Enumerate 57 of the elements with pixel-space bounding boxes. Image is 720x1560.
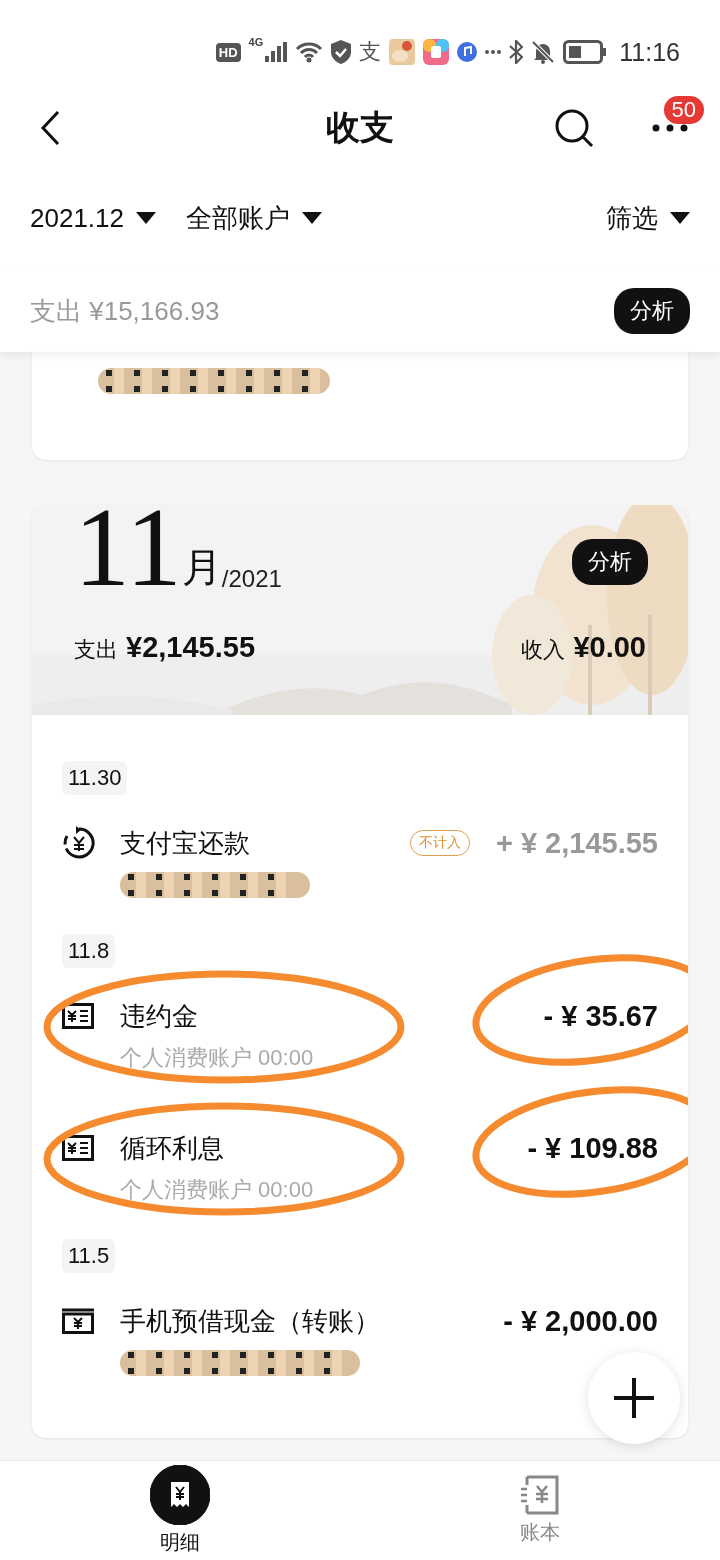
clock-time: 11:16 bbox=[619, 37, 680, 67]
analysis-button[interactable]: 分析 bbox=[614, 288, 690, 334]
transaction-title: 手机预借现金（转账） bbox=[120, 1304, 381, 1338]
income-label: 收入 bbox=[521, 636, 566, 664]
filter-dropdown[interactable]: 全部账户 bbox=[186, 200, 322, 236]
ledger-icon bbox=[521, 1475, 559, 1515]
search-button[interactable] bbox=[554, 108, 594, 148]
filter-dropdown[interactable]: 筛选 bbox=[606, 200, 690, 236]
cash-icon bbox=[62, 1308, 94, 1334]
signal-icon bbox=[265, 42, 288, 62]
caret-icon bbox=[302, 212, 322, 224]
plus-icon bbox=[612, 1376, 656, 1420]
nav-tab[interactable]: 明细 bbox=[110, 1464, 250, 1557]
analysis-button[interactable]: 分析 bbox=[572, 539, 648, 585]
shield-icon bbox=[331, 40, 352, 64]
app-icon bbox=[423, 39, 450, 65]
app-glyph: 支 bbox=[359, 38, 382, 66]
expense-total: 支出 ¥15,166.93 bbox=[30, 294, 220, 328]
more-dots-icon bbox=[485, 49, 502, 55]
nav-tab[interactable]: 账本 bbox=[470, 1474, 610, 1547]
bill-icon bbox=[62, 1135, 94, 1161]
income-amount: ¥0.00 bbox=[573, 631, 646, 664]
bluetooth-icon bbox=[509, 40, 524, 64]
date-label: 11.5 bbox=[62, 1239, 116, 1273]
transaction-title: 循环利息 bbox=[120, 1131, 225, 1165]
wifi-icon bbox=[295, 41, 324, 63]
transaction-amount: - ¥ 109.88 bbox=[527, 1131, 658, 1165]
transaction-title: 支付宝还款 bbox=[120, 826, 251, 860]
expense-amount: ¥2,145.55 bbox=[126, 631, 255, 664]
caret-icon bbox=[136, 212, 156, 224]
date-label: 11.30 bbox=[62, 761, 128, 795]
music-icon bbox=[457, 42, 478, 62]
notification-badge: 50 bbox=[663, 96, 704, 124]
receipt-icon bbox=[150, 1465, 210, 1525]
transaction-title: 违约金 bbox=[120, 999, 199, 1033]
hd-indicator: HD bbox=[215, 42, 241, 62]
app-icon bbox=[389, 39, 416, 65]
month-year: /2021 bbox=[221, 565, 282, 593]
transaction-amount: - ¥ 2,000.00 bbox=[503, 1304, 658, 1338]
transaction-subtitle: 个人消费账户 00:00 bbox=[120, 1176, 315, 1204]
month-unit: 月 bbox=[181, 544, 222, 591]
more-button[interactable] bbox=[650, 124, 690, 132]
muted-bell-icon bbox=[531, 40, 556, 64]
battery-icon bbox=[563, 40, 608, 64]
page-title: 收支 bbox=[326, 107, 394, 148]
bill-icon bbox=[62, 1003, 94, 1029]
transaction-subtitle: 个人消费账户 00:00 bbox=[120, 1044, 315, 1072]
refresh-yen-icon bbox=[62, 826, 96, 860]
back-button[interactable] bbox=[40, 110, 60, 146]
network-type: 4G bbox=[248, 36, 264, 48]
month-number: 11 bbox=[74, 505, 182, 603]
expense-label: 支出 bbox=[74, 636, 118, 664]
filter-dropdown[interactable]: 2021.12 bbox=[30, 202, 156, 234]
caret-icon bbox=[670, 212, 690, 224]
transaction-amount: + ¥ 2,145.55 bbox=[495, 826, 658, 860]
transaction-amount: - ¥ 35.67 bbox=[543, 999, 658, 1033]
date-label: 11.8 bbox=[62, 934, 116, 968]
